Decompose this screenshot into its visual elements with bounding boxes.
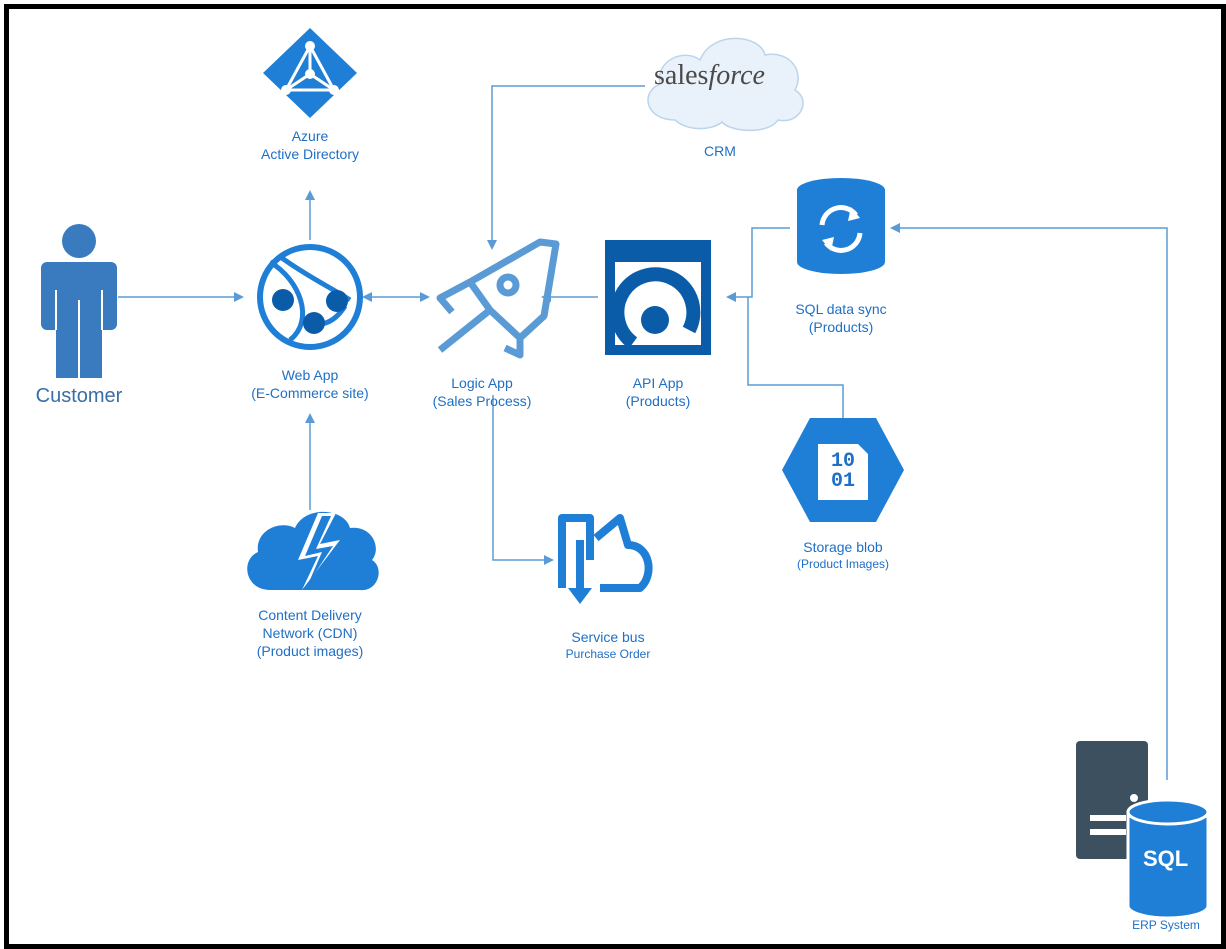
web-app-label: Web App (E-Commerce site)	[225, 366, 395, 402]
storage-label-line2: (Product Images)	[796, 557, 890, 571]
service-bus-label-line2: Purchase Order	[565, 647, 651, 661]
logic-app-label-line1: Logic App	[451, 375, 513, 391]
api-app-icon	[605, 240, 711, 355]
salesforce-logo-text: salesforce	[654, 60, 765, 92]
cdn-cloud-icon	[247, 511, 379, 591]
architecture-diagram	[41, 28, 1210, 920]
crm-label: CRM	[704, 143, 736, 159]
logic-app-rocket-icon	[436, 238, 560, 359]
erp-sql-text: SQL	[1143, 846, 1189, 871]
logic-app-label: Logic App (Sales Process)	[412, 374, 552, 410]
connectors	[118, 85, 1168, 780]
web-app-label-line2: (E-Commerce site)	[251, 385, 369, 401]
salesforce-logo-right: force	[708, 60, 765, 91]
api-app-label-line1: API App	[632, 375, 684, 391]
api-app-label-line2: (Products)	[625, 393, 691, 409]
service-bus-icon	[558, 514, 653, 604]
azure-ad-icon	[263, 28, 357, 118]
storage-glyph-top: 10	[830, 450, 855, 473]
logic-app-label-line2: (Sales Process)	[432, 393, 532, 409]
sql-sync-label-line2: (Products)	[808, 319, 874, 335]
cdn-label-line1: Content Delivery	[258, 607, 362, 623]
web-app-globe-icon	[257, 244, 363, 350]
api-app-label: API App (Products)	[598, 374, 718, 410]
cdn-label-line3: (Product images)	[256, 643, 364, 659]
connector-logicapp-servicebus	[492, 395, 554, 565]
aad-label: Azure Active Directory	[230, 127, 390, 163]
storage-glyph-bottom: 01	[830, 470, 855, 493]
connector-crm-logicapp	[487, 85, 645, 250]
service-bus-label-line1: Service bus	[571, 629, 645, 645]
aad-label-line1: Azure	[291, 128, 329, 144]
connector-sqlsync-apiapp	[726, 227, 790, 302]
customer-label: Customer	[35, 385, 123, 407]
erp-label: ERP System	[1132, 918, 1200, 932]
aad-label-line2: Active Directory	[260, 146, 360, 162]
sql-sync-icon	[797, 178, 885, 274]
service-bus-label: Service bus Purchase Order	[533, 628, 683, 662]
sql-sync-label: SQL data sync (Products)	[771, 300, 911, 336]
storage-label: Storage blob (Product Images)	[773, 538, 913, 572]
cdn-label: Content Delivery Network (CDN) (Product …	[225, 606, 395, 660]
sql-sync-label-line1: SQL data sync	[795, 301, 887, 317]
customer-person-icon	[41, 224, 117, 378]
salesforce-logo-left: sales	[654, 60, 709, 91]
cdn-label-line2: Network (CDN)	[262, 625, 358, 641]
web-app-label-line1: Web App	[281, 367, 339, 383]
storage-label-line1: Storage blob	[803, 539, 883, 555]
storage-binary-glyph: 10 01	[818, 452, 868, 492]
connector-erp-sqlsync	[890, 223, 1168, 780]
